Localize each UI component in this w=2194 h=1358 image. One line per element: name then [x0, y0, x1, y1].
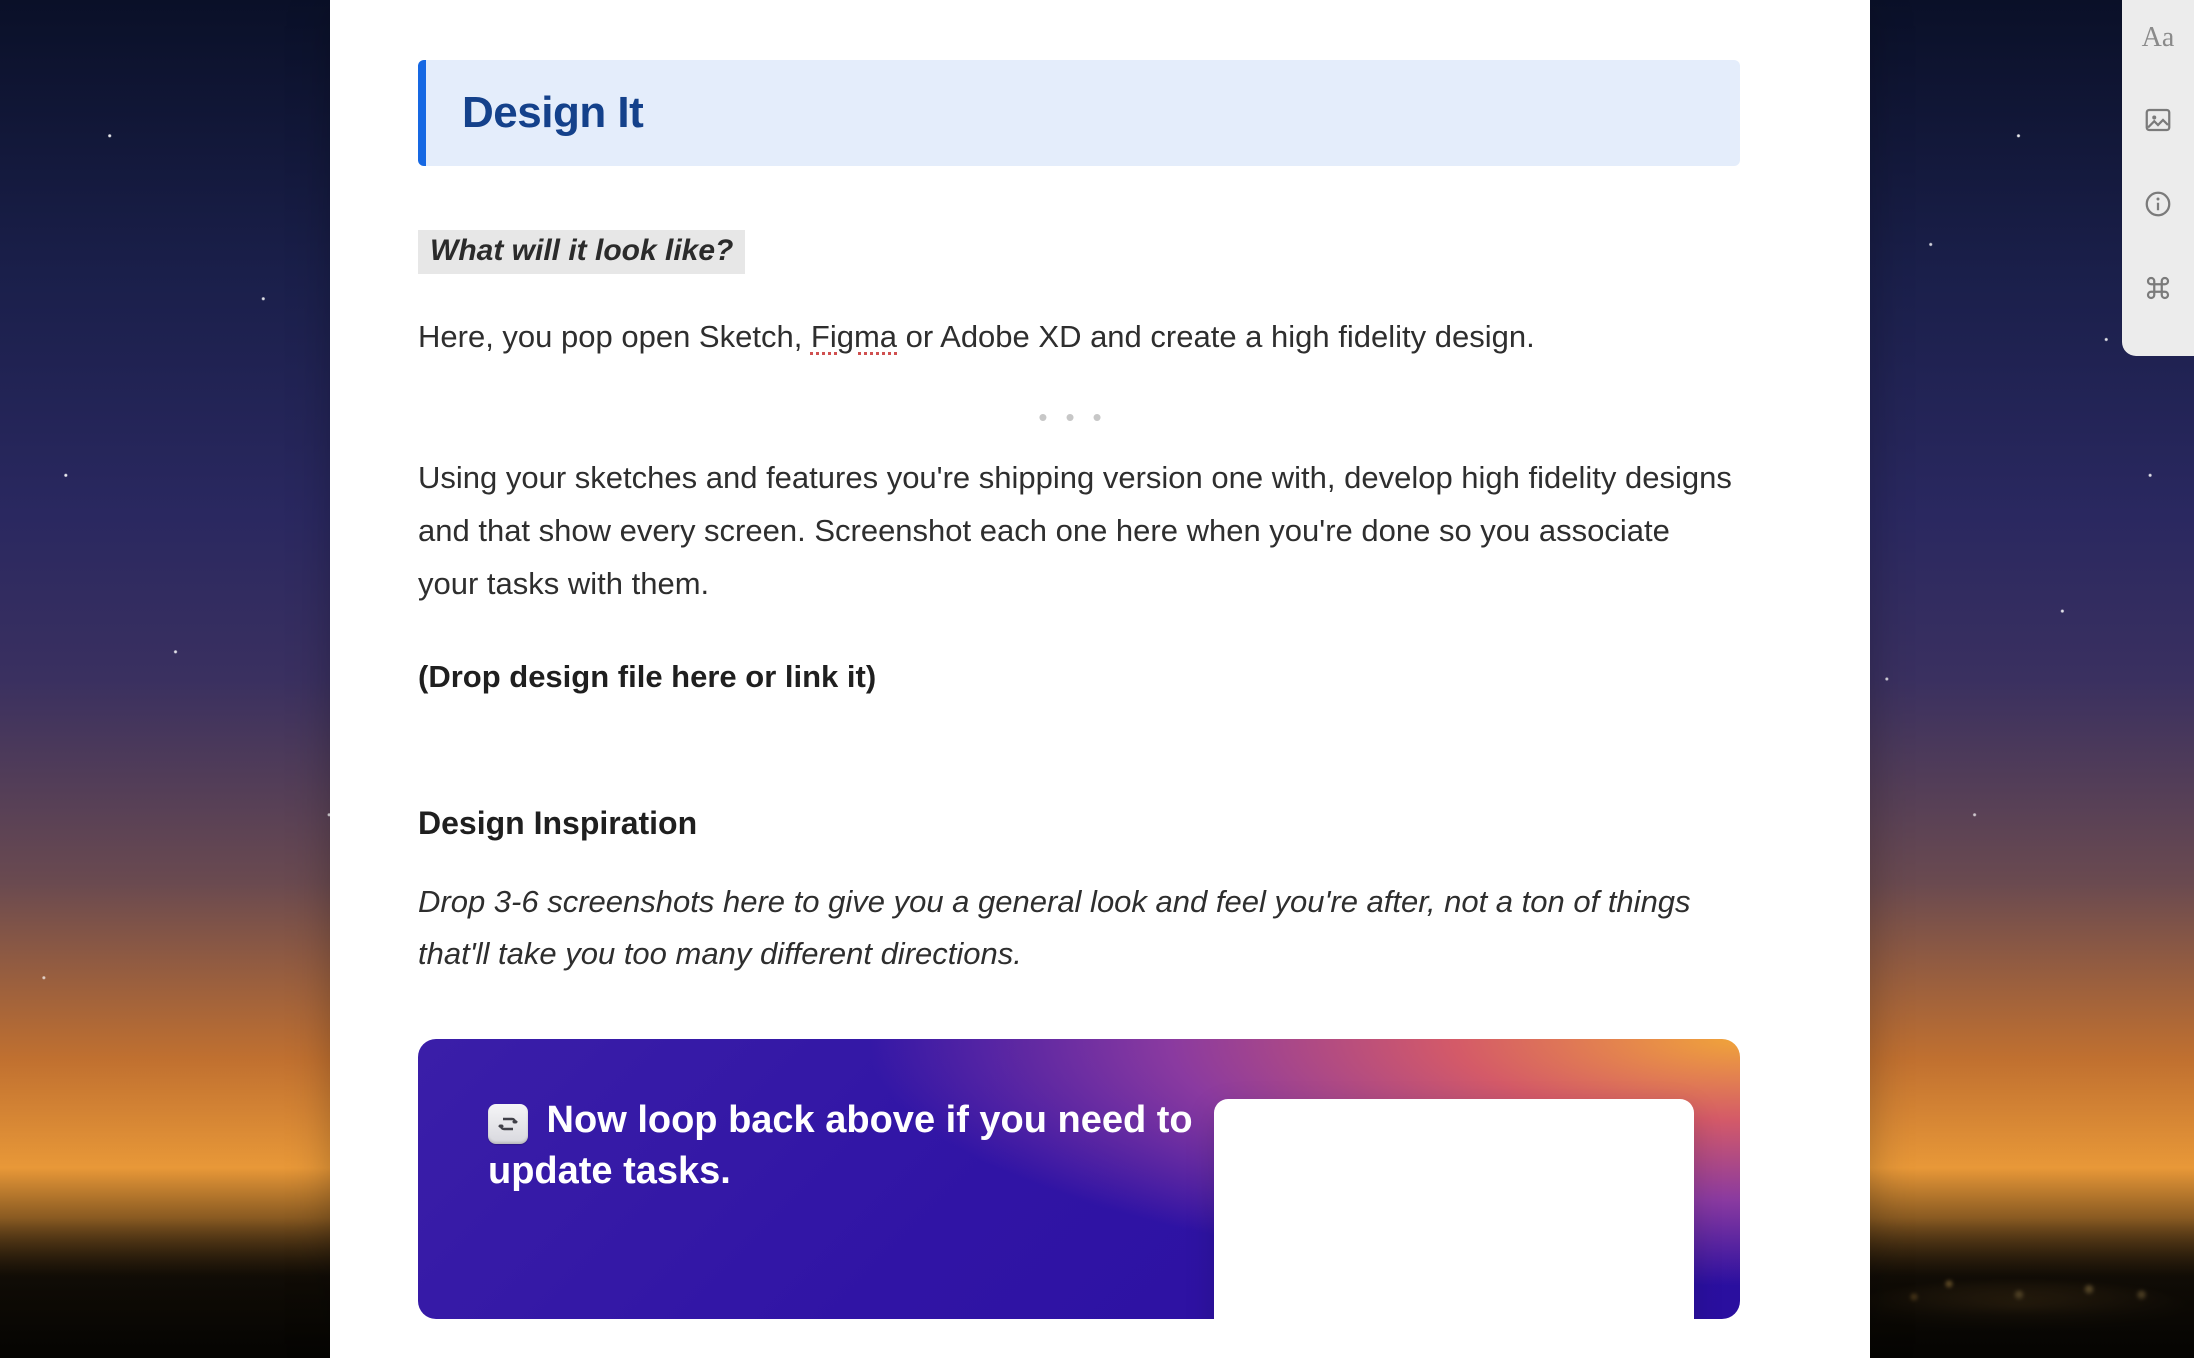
body-paragraph: Using your sketches and features you're …: [418, 451, 1738, 611]
loop-back-card[interactable]: Now loop back above if you need to updat…: [418, 1039, 1740, 1319]
typography-tool[interactable]: Aa: [2138, 18, 2178, 58]
inspiration-heading: Design Inspiration: [418, 805, 1740, 842]
inspiration-note: Drop 3-6 screenshots here to give you a …: [418, 876, 1740, 981]
image-tool[interactable]: [2138, 102, 2178, 142]
intro-paragraph: Here, you pop open Sketch, Figma or Adob…: [418, 312, 1728, 362]
intro-text-before: Here, you pop open Sketch,: [418, 319, 811, 354]
spellcheck-word[interactable]: Figma: [811, 319, 897, 354]
info-icon: [2143, 189, 2173, 224]
keyboard-shortcuts-tool[interactable]: [2138, 270, 2178, 310]
section-heading: Design It: [462, 88, 1704, 138]
loop-back-text: Now loop back above if you need to updat…: [488, 1095, 1208, 1198]
viewport: Design It What will it look like? Here, …: [0, 0, 2194, 1358]
image-icon: [2143, 105, 2173, 140]
wallpaper-city-lights: [1844, 1218, 2194, 1328]
section-divider-dots: •••: [418, 402, 1740, 433]
loop-card-preview-panel: [1214, 1099, 1694, 1319]
intro-text-after: or Adobe XD and create a high fidelity d…: [897, 319, 1535, 354]
section-heading-callout: Design It: [418, 60, 1740, 166]
command-icon: [2143, 273, 2173, 308]
info-tool[interactable]: [2138, 186, 2178, 226]
lead-question: What will it look like?: [418, 230, 745, 274]
document-page[interactable]: Design It What will it look like? Here, …: [330, 0, 1870, 1358]
loop-back-label: Now loop back above if you need to updat…: [488, 1099, 1193, 1192]
side-toolbar: Aa: [2122, 0, 2194, 356]
typography-icon: Aa: [2142, 24, 2175, 52]
drop-file-instruction[interactable]: (Drop design file here or link it): [418, 659, 1740, 695]
repeat-icon: [488, 1104, 528, 1144]
